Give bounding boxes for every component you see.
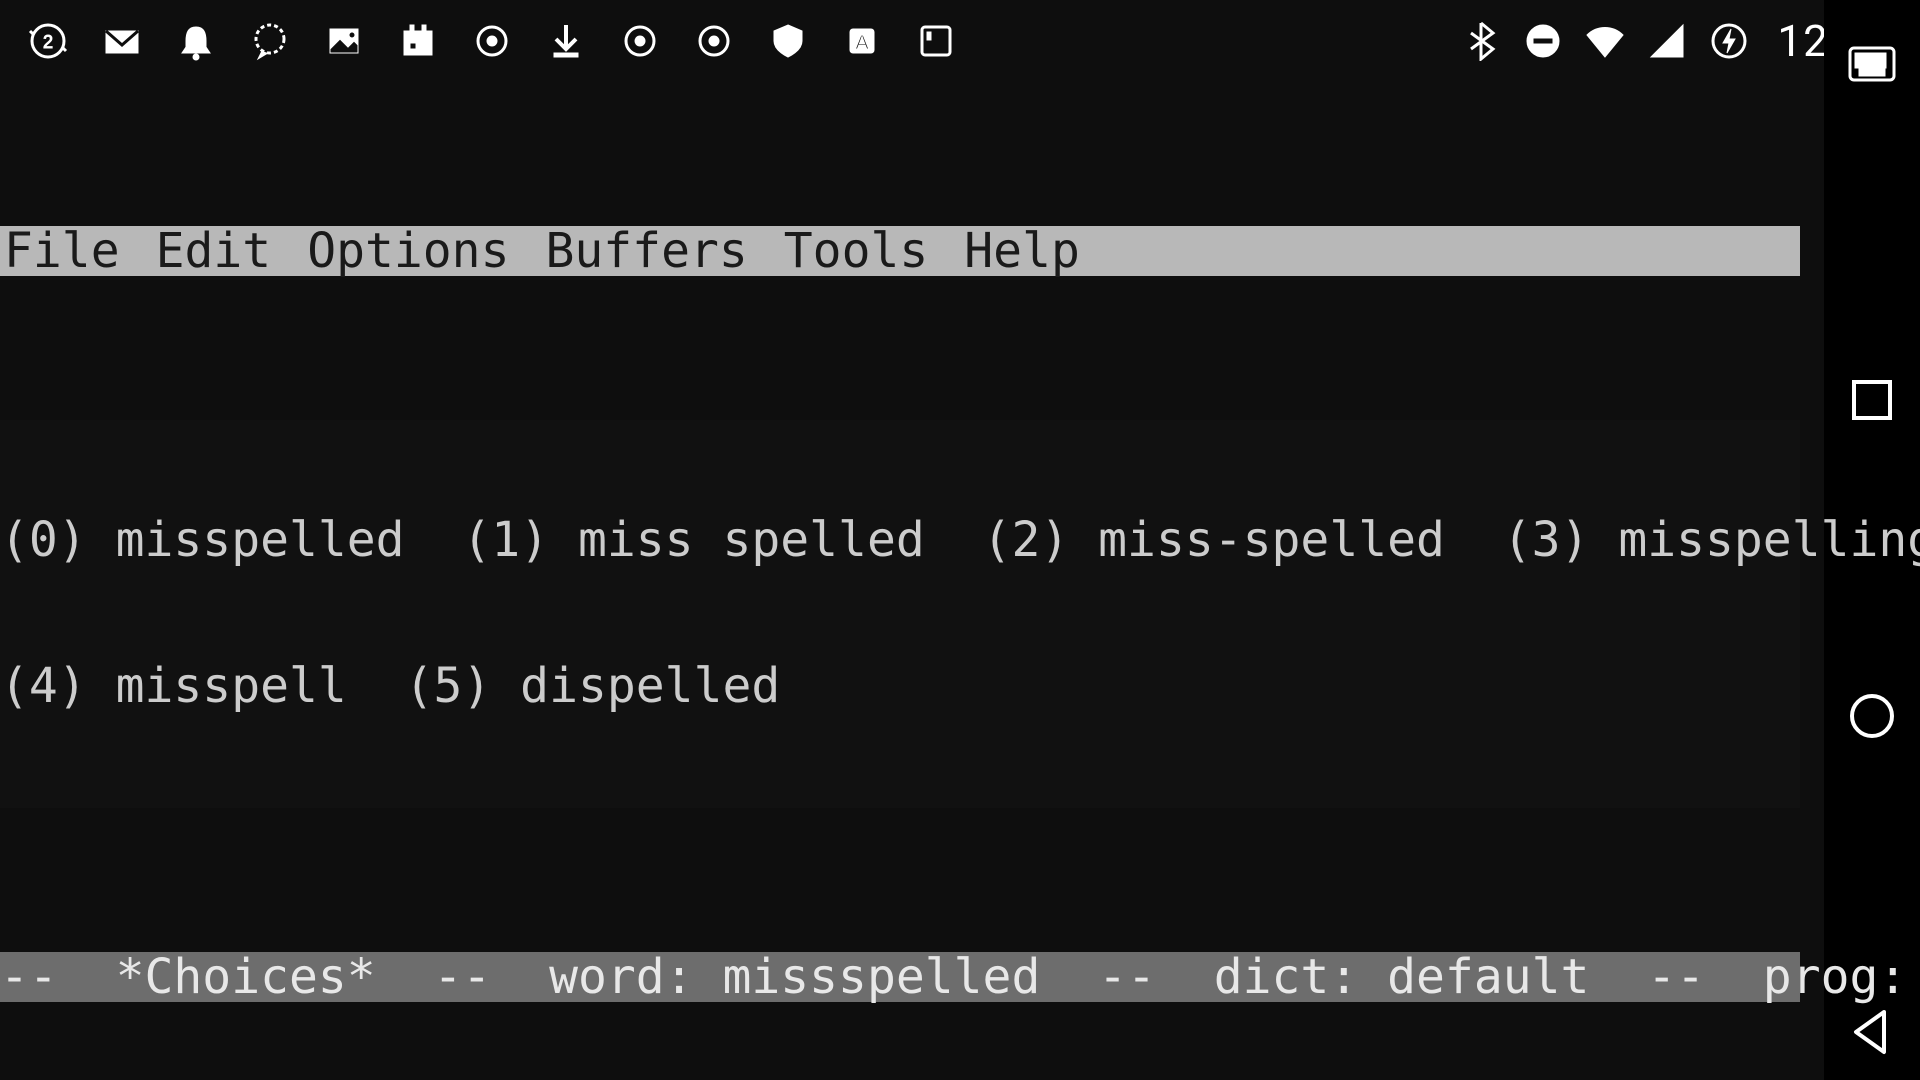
menu-tools[interactable]: Tools	[784, 227, 929, 275]
spell-choice-row-2[interactable]: (4) misspell (5) dispelled	[0, 662, 1800, 712]
bell-icon	[176, 21, 216, 61]
chat-icon	[250, 21, 290, 61]
shield-icon	[768, 21, 808, 61]
svg-text:2: 2	[43, 32, 53, 52]
nav-home-button[interactable]	[1844, 688, 1900, 744]
menu-file[interactable]: File	[4, 227, 120, 275]
android-status-bar: 2	[0, 0, 1920, 82]
language-icon: A	[842, 21, 882, 61]
choices-modeline-text: -- *Choices* -- word: missspelled -- dic…	[0, 953, 1920, 1001]
dnd-icon	[1523, 21, 1563, 61]
screen: 2	[0, 0, 1920, 1080]
nav-recents-button[interactable]	[1844, 372, 1900, 428]
spell-choice-row-1[interactable]: (0) misspelled (1) miss spelled (2) miss…	[0, 516, 1800, 566]
record-icon	[472, 21, 512, 61]
menu-buffers[interactable]: Buffers	[545, 227, 747, 275]
menu-options[interactable]: Options	[307, 227, 509, 275]
photo-icon	[324, 21, 364, 61]
terminal-icon	[916, 21, 956, 61]
wifi-icon	[1585, 21, 1625, 61]
download-icon	[546, 21, 586, 61]
svg-text:A: A	[855, 32, 869, 54]
emacs-menubar: File Edit Options Buffers Tools Help	[0, 226, 1800, 276]
battery-charging-icon	[1709, 21, 1749, 61]
cell-signal-icon	[1647, 21, 1687, 61]
menu-edit[interactable]: Edit	[156, 227, 272, 275]
target2-icon	[694, 21, 734, 61]
bluetooth-icon	[1461, 21, 1501, 61]
mail-icon	[102, 21, 142, 61]
choices-modeline: -- *Choices* -- word: missspelled -- dic…	[0, 952, 1800, 1002]
nav-back-button[interactable]	[1844, 1004, 1900, 1060]
target-icon	[620, 21, 660, 61]
sync-notification-icon: 2	[28, 21, 68, 61]
status-left: 2	[28, 21, 956, 61]
calendar-icon	[398, 21, 438, 61]
menu-help[interactable]: Help	[964, 227, 1080, 275]
spell-choices-buffer: (0) misspelled (1) miss spelled (2) miss…	[0, 420, 1800, 808]
emacs-window: File Edit Options Buffers Tools Help (0)…	[0, 82, 1800, 1080]
keyboard-toggle-icon[interactable]	[1844, 36, 1900, 92]
